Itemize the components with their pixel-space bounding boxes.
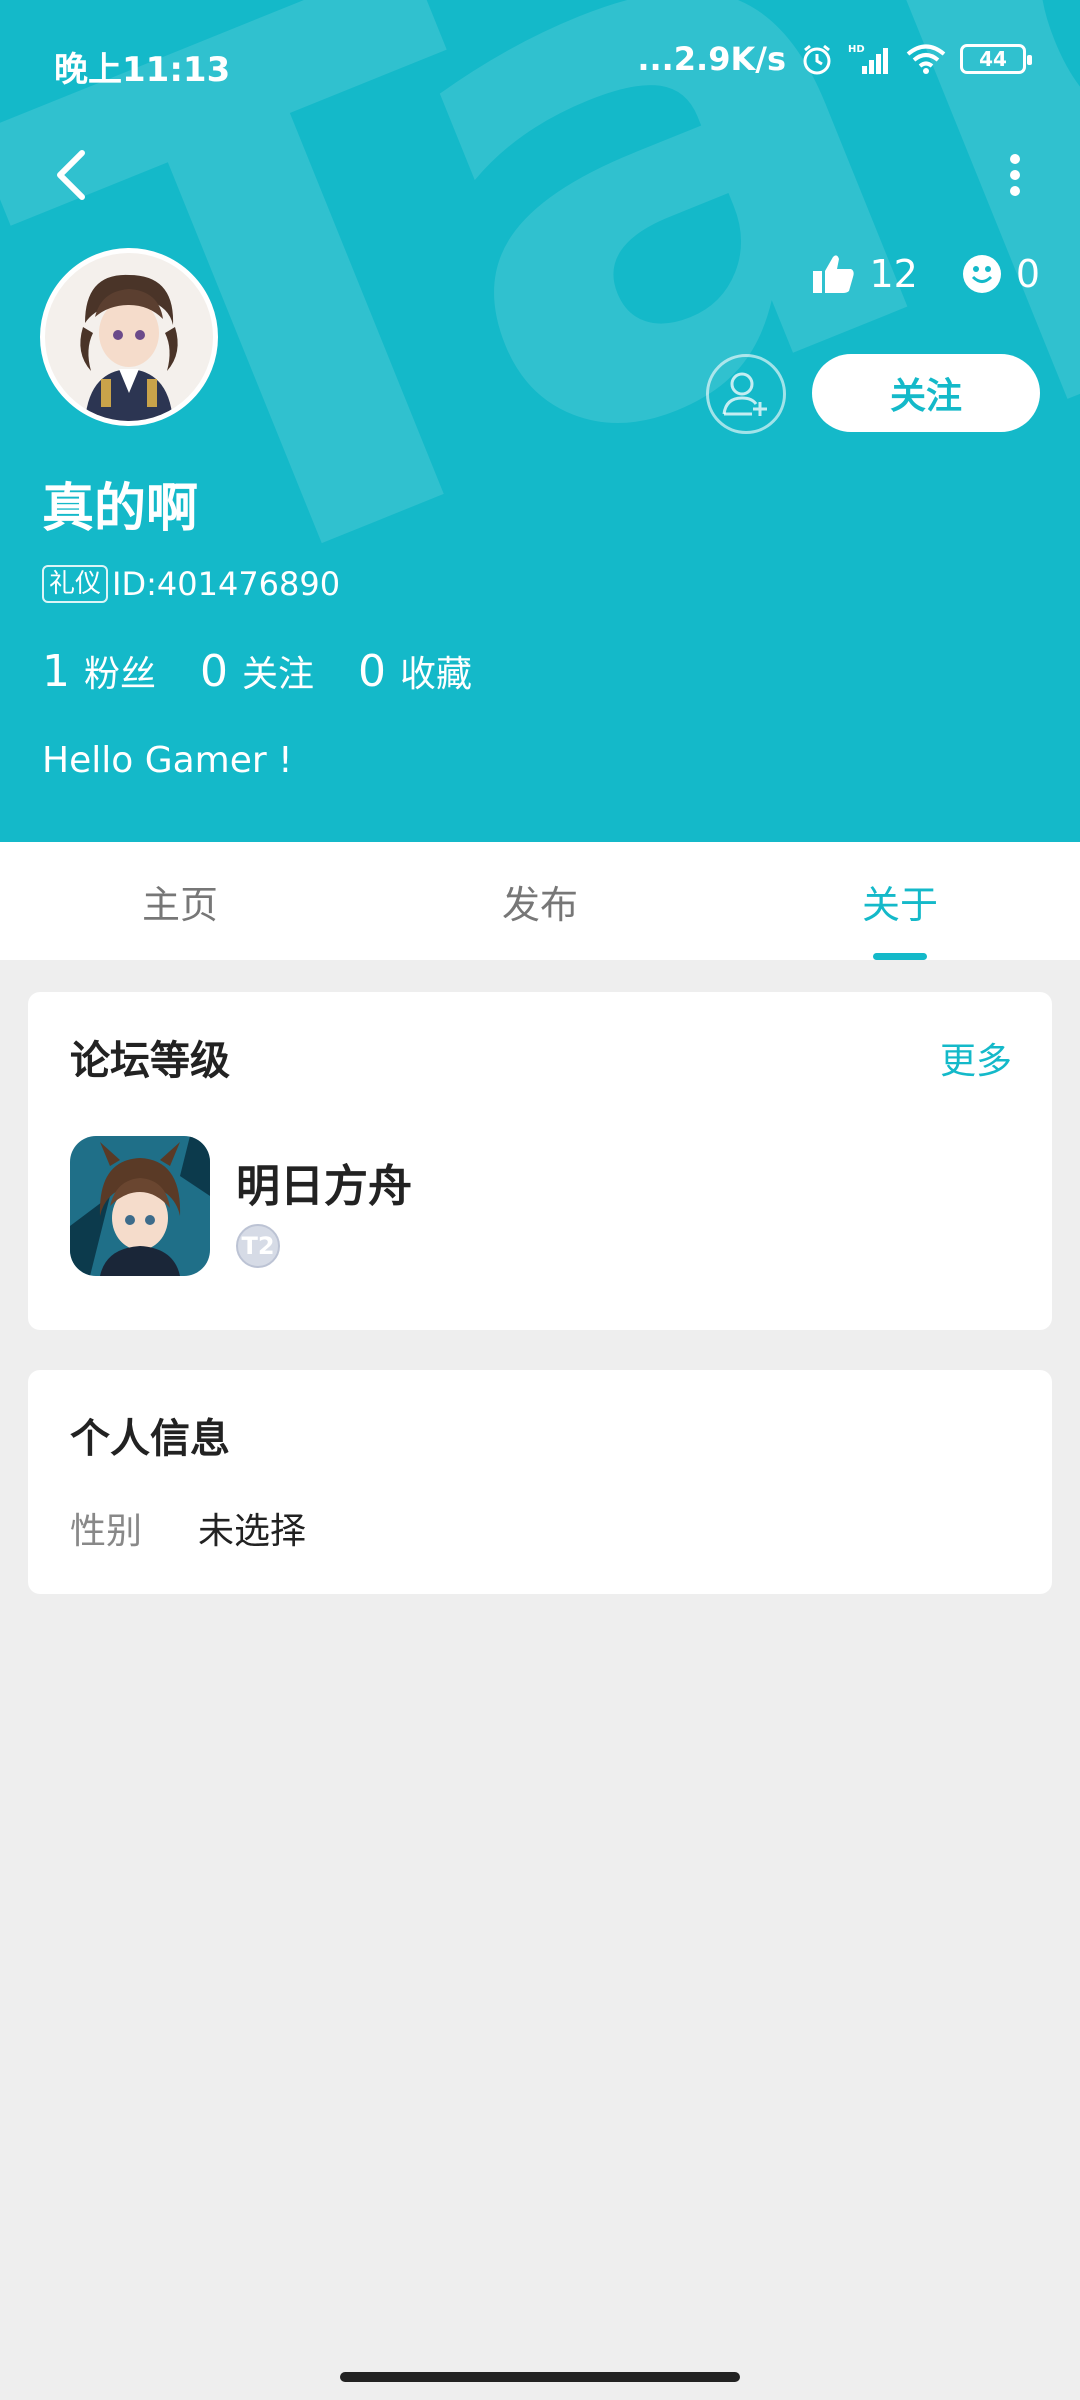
gender-row: 性别 未选择: [70, 1502, 306, 1554]
likes-stat[interactable]: 12: [811, 252, 918, 296]
battery-icon: 44: [960, 44, 1032, 74]
personal-info-card: 个人信息 性别 未选择: [28, 1370, 1052, 1594]
fans-label: 粉丝: [84, 654, 157, 695]
tab-home[interactable]: 主页: [0, 842, 360, 960]
favorites-count: 0: [358, 646, 387, 697]
game-name[interactable]: 明日方舟: [236, 1150, 412, 1214]
following-stat[interactable]: 0 关注: [200, 645, 314, 697]
forum-level-title: 论坛等级: [70, 1038, 230, 1084]
smiley-icon: [962, 255, 1001, 293]
user-add-icon: [722, 372, 767, 416]
avatar-image: [45, 253, 213, 421]
personal-info-title: 个人信息: [70, 1416, 230, 1462]
alarm-icon: [803, 44, 831, 75]
following-count: 0: [200, 646, 229, 697]
profile-header: TapTap 晚上11:13 ...2.9K/s HD 44: [0, 0, 1080, 842]
wifi-icon: [906, 44, 946, 74]
hd-signal-icon: HD: [848, 44, 888, 74]
likes-count: 12: [869, 252, 918, 296]
favorites-stat[interactable]: 0 收藏: [358, 645, 472, 697]
level-badge: T2: [236, 1224, 280, 1268]
more-vertical-icon: [1010, 154, 1020, 196]
gender-label: 性别: [70, 1511, 143, 1552]
battery-level: 44: [979, 47, 1007, 71]
etiquette-badge[interactable]: 礼仪: [42, 565, 109, 603]
more-options-button[interactable]: [980, 140, 1050, 210]
tab-posts[interactable]: 发布: [360, 842, 720, 960]
tab-about[interactable]: 关于: [720, 842, 1080, 960]
home-indicator[interactable]: [340, 2372, 740, 2382]
status-time: 晚上11:13: [54, 50, 231, 90]
back-button[interactable]: [36, 140, 106, 210]
favorites-label: 收藏: [400, 654, 473, 695]
user-id: ID:401476890: [112, 565, 341, 603]
fans-stat[interactable]: 1 粉丝: [42, 645, 156, 697]
active-tab-indicator: [873, 953, 927, 960]
avatar[interactable]: [40, 248, 218, 426]
follow-button[interactable]: 关注: [812, 354, 1040, 432]
game-icon[interactable]: [70, 1136, 210, 1276]
follow-stats: 1 粉丝 0 关注 0 收藏: [42, 645, 472, 697]
user-id-row: 礼仪 ID:401476890: [42, 565, 340, 603]
tab-home-label: 主页: [141, 882, 218, 927]
arknights-game-icon: [70, 1136, 210, 1276]
username: 真的啊: [42, 479, 199, 539]
chevron-left-icon: [57, 150, 85, 200]
svg-text:HD: HD: [848, 44, 865, 55]
following-label: 关注: [242, 654, 315, 695]
status-bar: 晚上11:13 ...2.9K/s HD 44: [0, 0, 1080, 130]
tab-about-label: 关于: [861, 882, 938, 927]
header-stats: 12 0: [811, 252, 1040, 296]
status-icons: ...2.9K/s HD 44: [637, 40, 1032, 78]
gender-value: 未选择: [198, 1511, 307, 1552]
forum-level-more-link[interactable]: 更多: [940, 1032, 1012, 1084]
network-speed: ...2.9K/s: [637, 40, 786, 78]
add-friend-button[interactable]: [706, 354, 786, 434]
profile-tabs: 主页 发布 关于: [0, 842, 1080, 960]
emoji-count: 0: [1015, 252, 1040, 296]
fans-count: 1: [42, 646, 70, 697]
thumbs-up-icon: [813, 255, 855, 293]
user-bio: Hello Gamer !: [42, 740, 293, 781]
tab-posts-label: 发布: [501, 882, 578, 927]
emoji-stat[interactable]: 0: [962, 252, 1040, 296]
forum-level-card: 论坛等级 更多 明日方舟 T2: [28, 992, 1052, 1330]
